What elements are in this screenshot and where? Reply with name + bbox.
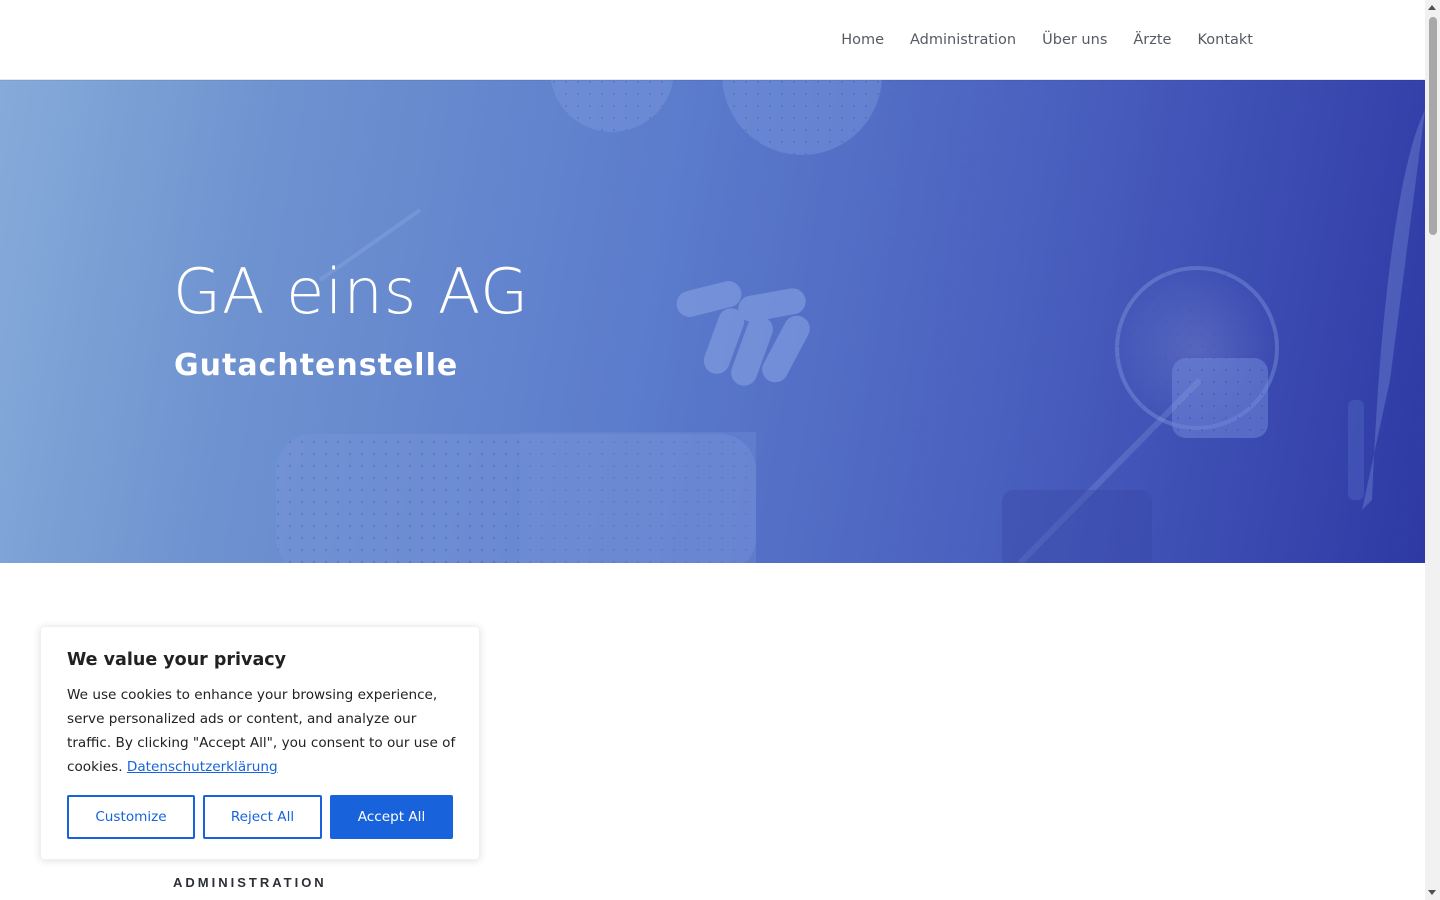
page: Home Administration Über uns Ärzte Konta… (0, 0, 1425, 900)
section-label-administration: ADMINISTRATION (173, 875, 327, 890)
cookie-consent-banner: We value your privacy We use cookies to … (40, 626, 480, 860)
nav-item-administration[interactable]: Administration (910, 30, 1016, 50)
nav-item-home[interactable]: Home (841, 30, 884, 50)
hero-subtitle: Gutachtenstelle (174, 348, 459, 383)
cookie-banner-text: We use cookies to enhance your browsing … (67, 683, 459, 779)
main-nav: Home Administration Über uns Ärzte Konta… (841, 30, 1253, 50)
hero-title: GA eins AG (173, 255, 530, 328)
site-header: Home Administration Über uns Ärzte Konta… (0, 0, 1425, 80)
cookie-banner-title: We value your privacy (67, 650, 287, 670)
scroll-down-arrow-icon[interactable] (1428, 890, 1436, 895)
customize-button[interactable]: Customize (67, 795, 195, 839)
reject-all-button[interactable]: Reject All (203, 795, 322, 839)
scrollbar-thumb[interactable] (1429, 17, 1437, 235)
nav-item-kontakt[interactable]: Kontakt (1197, 30, 1253, 50)
nav-item-aerzte[interactable]: Ärzte (1133, 30, 1171, 50)
nav-item-ueber-uns[interactable]: Über uns (1042, 30, 1107, 50)
hero-banner: GA eins AG Gutachtenstelle (0, 80, 1425, 563)
privacy-policy-link[interactable]: Datenschutzerklärung (127, 759, 278, 775)
vertical-scrollbar[interactable] (1425, 0, 1440, 900)
scroll-up-arrow-icon[interactable] (1428, 5, 1436, 10)
accept-all-button[interactable]: Accept All (330, 795, 453, 839)
